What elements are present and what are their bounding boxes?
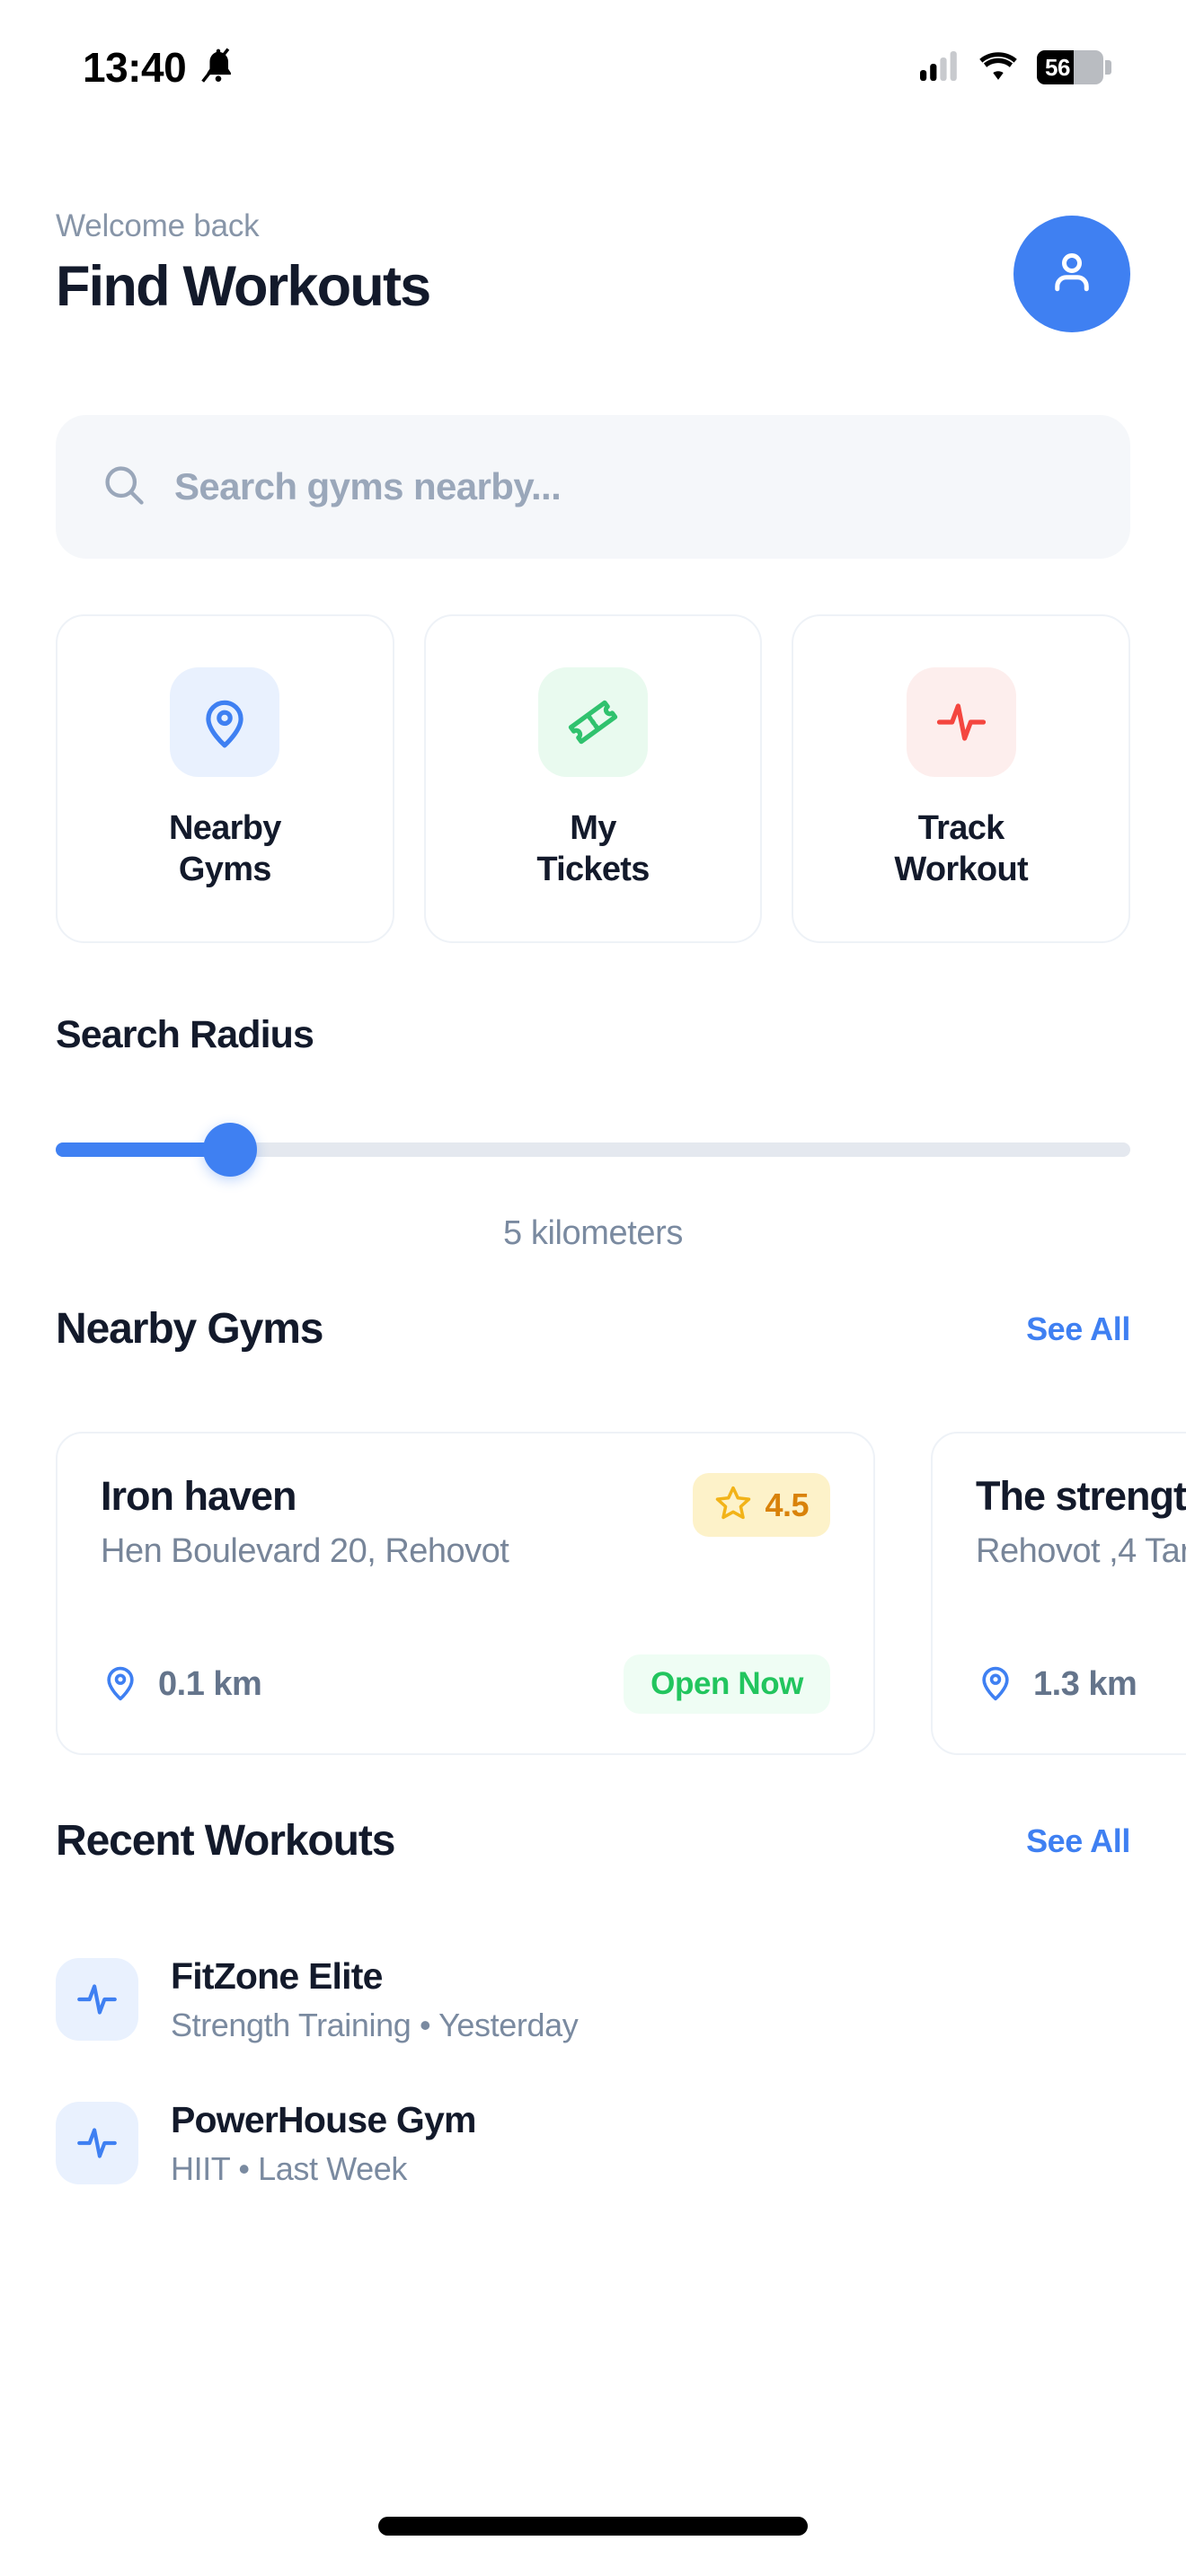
search-radius-slider[interactable] xyxy=(56,1123,1130,1177)
nearby-gyms-header: Nearby Gyms See All xyxy=(56,1304,1130,1354)
nearby-gyms-title: Nearby Gyms xyxy=(56,1305,324,1353)
header-text-block: Welcome back Find Workouts xyxy=(56,208,431,318)
gym-rating-badge: 4.5 xyxy=(693,1473,830,1537)
status-bar: 13:40 56 xyxy=(0,0,1186,135)
greeting-text: Welcome back xyxy=(56,208,260,243)
workout-meta: Strength Training • Yesterday xyxy=(171,2006,579,2043)
workout-text-block: PowerHouse Gym HIIT • Last Week xyxy=(171,2099,476,2188)
search-radius-value: 5 kilometers xyxy=(502,1214,684,1252)
quick-action-nearby-gyms[interactable]: Nearby Gyms xyxy=(56,614,394,943)
gym-address: Hen Boulevard 20, Rehovot xyxy=(101,1532,509,1570)
quick-action-label: My Tickets xyxy=(536,808,650,888)
gym-card-bottom-row: 1.3 km Open Now xyxy=(976,1654,1186,1714)
gym-status-badge: Open Now xyxy=(624,1654,830,1714)
gym-distance-group: 0.1 km xyxy=(101,1663,262,1707)
battery-percent: 56 xyxy=(1045,53,1070,81)
gym-card-text-block: Iron haven Hen Boulevard 20, Rehovot xyxy=(101,1473,509,1571)
gym-distance: 0.1 km xyxy=(158,1664,262,1703)
page-title: Find Workouts xyxy=(56,255,431,318)
map-pin-icon xyxy=(170,666,280,777)
gym-rating-value: 4.5 xyxy=(765,1486,809,1523)
activity-pulse-icon xyxy=(56,1958,138,2041)
gym-card[interactable]: Iron haven Hen Boulevard 20, Rehovot 4.5 xyxy=(56,1432,875,1755)
activity-pulse-icon xyxy=(56,2102,138,2184)
quick-action-label: Nearby Gyms xyxy=(169,808,281,888)
recent-workouts-list: FitZone Elite Strength Training • Yester… xyxy=(56,1945,1130,2233)
battery-indicator: 56 xyxy=(1037,50,1111,84)
gym-card[interactable]: The strength zone Rehovot ,4 Tarpat 4.7 xyxy=(931,1432,1186,1755)
status-time: 13:40 xyxy=(83,44,187,91)
workout-name: PowerHouse Gym xyxy=(171,2098,476,2140)
gym-address: Rehovot ,4 Tarpat xyxy=(976,1532,1186,1570)
search-bar[interactable]: Search gyms nearby... xyxy=(56,415,1130,559)
gym-card-top-row: Iron haven Hen Boulevard 20, Rehovot 4.5 xyxy=(101,1473,830,1571)
search-icon xyxy=(101,462,147,513)
list-item[interactable]: FitZone Elite Strength Training • Yester… xyxy=(56,1945,1130,2053)
app-screen: 13:40 56 Welcome back Find Workouts Sear… xyxy=(0,0,1186,2576)
nearby-gyms-carousel[interactable]: Iron haven Hen Boulevard 20, Rehovot 4.5 xyxy=(56,1432,1186,1755)
wifi-icon xyxy=(978,50,1019,85)
list-item[interactable]: PowerHouse Gym HIIT • Last Week xyxy=(56,2089,1130,2197)
slider-thumb[interactable] xyxy=(202,1123,257,1177)
quick-action-track-workout[interactable]: Track Workout xyxy=(792,614,1131,943)
recent-workouts-see-all-link[interactable]: See All xyxy=(1026,1822,1130,1860)
workout-meta: HIIT • Last Week xyxy=(171,2149,407,2187)
bell-muted-icon xyxy=(199,46,238,90)
ticket-icon xyxy=(538,666,648,777)
gym-name: Iron haven xyxy=(101,1473,297,1519)
status-bar-right: 56 xyxy=(920,50,1111,85)
recent-workouts-title: Recent Workouts xyxy=(56,1817,395,1865)
gym-distance-group: 1.3 km xyxy=(976,1663,1137,1707)
nearby-gyms-see-all-link[interactable]: See All xyxy=(1026,1310,1130,1348)
recent-workouts-header: Recent Workouts See All xyxy=(56,1816,1130,1866)
profile-avatar-button[interactable] xyxy=(1013,216,1130,332)
map-pin-icon xyxy=(101,1663,140,1707)
page-header: Welcome back Find Workouts xyxy=(56,208,1130,332)
workout-name: FitZone Elite xyxy=(171,1954,383,1997)
search-input[interactable]: Search gyms nearby... xyxy=(174,465,562,508)
map-pin-icon xyxy=(976,1663,1015,1707)
gym-card-top-row: The strength zone Rehovot ,4 Tarpat 4.7 xyxy=(976,1473,1186,1571)
status-bar-left: 13:40 xyxy=(83,43,238,92)
battery-cap xyxy=(1105,60,1111,75)
star-outline-icon xyxy=(714,1484,752,1526)
gym-distance: 1.3 km xyxy=(1033,1664,1137,1703)
gym-name: The strength zone xyxy=(976,1473,1186,1519)
quick-actions-row: Nearby Gyms My Tickets Track Workout xyxy=(56,614,1131,943)
person-icon xyxy=(1045,245,1099,304)
activity-pulse-icon xyxy=(906,666,1016,777)
quick-action-label: Track Workout xyxy=(894,808,1028,888)
gym-card-bottom-row: 0.1 km Open Now xyxy=(101,1654,830,1714)
home-indicator xyxy=(378,2517,808,2536)
quick-action-my-tickets[interactable]: My Tickets xyxy=(423,614,763,943)
workout-text-block: FitZone Elite Strength Training • Yester… xyxy=(171,1954,579,2044)
search-radius-title: Search Radius xyxy=(56,1013,314,1056)
gym-card-text-block: The strength zone Rehovot ,4 Tarpat xyxy=(976,1473,1186,1571)
cellular-signal-icon xyxy=(920,50,960,85)
